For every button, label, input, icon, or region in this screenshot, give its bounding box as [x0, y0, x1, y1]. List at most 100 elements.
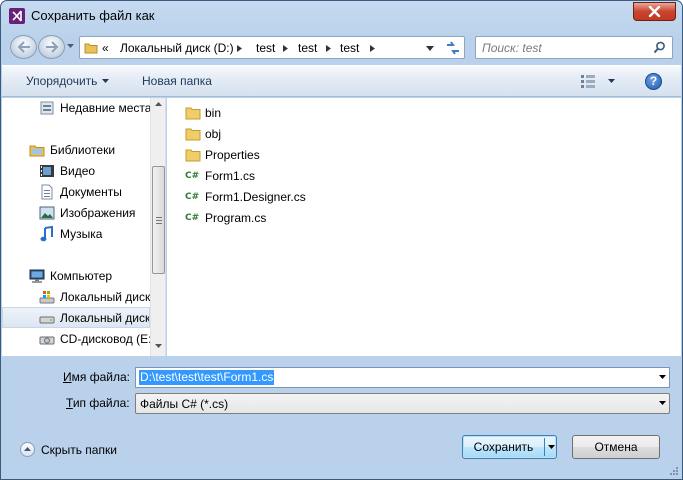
- filetype-value: Файлы C# (*.cs): [140, 397, 229, 411]
- search-box[interactable]: Поиск: test: [475, 36, 673, 59]
- filetype-label: Тип файла:: [66, 396, 130, 410]
- nav-item-music[interactable]: Музыка: [2, 224, 150, 245]
- nav-item-pictures[interactable]: Изображения: [2, 203, 150, 224]
- help-button[interactable]: ?: [645, 73, 662, 90]
- cd-drive-icon: [39, 336, 55, 345]
- filename-label: Имя файла:: [63, 370, 130, 384]
- file-name: Form1.Designer.cs: [205, 190, 306, 204]
- save-file-dialog: Сохранить файл как « Локальный диск (D:)…: [0, 0, 683, 480]
- nav-item-label: Компьютер: [50, 269, 113, 283]
- change-view-icon[interactable]: [580, 74, 596, 89]
- video-icon: [40, 165, 54, 177]
- file-name: Properties: [205, 148, 260, 162]
- save-options-dropdown-icon[interactable]: [548, 445, 555, 449]
- nav-item-recent-places[interactable]: Недавние места: [2, 98, 150, 119]
- navigation-pane[interactable]: Недавние места Библиотеки Видео Документ…: [2, 98, 166, 356]
- chevron-down-icon: [102, 79, 110, 83]
- nav-item-libraries[interactable]: Библиотеки: [2, 140, 150, 161]
- nav-item-label: Локальный диск: [60, 311, 150, 325]
- back-button[interactable]: [10, 35, 37, 59]
- close-icon: [648, 6, 661, 17]
- nav-item-video[interactable]: Видео: [2, 161, 150, 182]
- nav-item-label: Документы: [60, 185, 122, 199]
- breadcrumb-test-2[interactable]: test: [298, 41, 317, 55]
- nav-item-computer[interactable]: Компьютер: [2, 266, 150, 287]
- nav-pane-scrollbar[interactable]: [150, 98, 165, 356]
- organize-label: Упорядочить: [26, 74, 98, 88]
- refresh-icon[interactable]: [443, 39, 463, 57]
- csharp-file-icon: C#: [185, 192, 200, 202]
- grip-icon: [156, 217, 162, 224]
- breadcrumb-test-1[interactable]: test: [256, 41, 275, 55]
- music-icon: [40, 226, 53, 242]
- filename-input[interactable]: D:\test\test\test\Form1.cs: [135, 367, 670, 388]
- folder-icon: [185, 107, 201, 120]
- resize-grip-icon[interactable]: [669, 466, 679, 476]
- nav-item-cd-drive[interactable]: CD-дисковод (E:: [2, 329, 150, 350]
- breadcrumb-separator-icon[interactable]: [326, 45, 331, 52]
- command-bar: Упорядочить Новая папка ?: [2, 65, 681, 97]
- search-icon[interactable]: [653, 41, 666, 54]
- documents-icon: [41, 184, 53, 200]
- breadcrumb-separator-icon[interactable]: [237, 45, 242, 52]
- drive-icon: [39, 316, 55, 324]
- split-separator: [544, 438, 545, 456]
- new-folder-button[interactable]: Новая папка: [142, 74, 212, 88]
- close-button[interactable]: [633, 2, 676, 21]
- save-button[interactable]: Сохранить: [462, 435, 557, 459]
- nav-item-label: Локальный диск: [60, 290, 150, 304]
- address-bar[interactable]: « Локальный диск (D:) test test test: [79, 36, 465, 59]
- title-bar[interactable]: Сохранить файл как: [1, 1, 682, 31]
- recent-pages-dropdown-icon[interactable]: [67, 44, 74, 48]
- filetype-select[interactable]: Файлы C# (*.cs): [135, 393, 670, 414]
- libraries-icon: [29, 145, 45, 157]
- csharp-file-icon: C#: [185, 171, 200, 181]
- folder-icon: [185, 128, 201, 141]
- arrow-left-icon: [17, 41, 30, 53]
- breadcrumb-separator-icon[interactable]: [283, 45, 288, 52]
- file-name: Form1.cs: [205, 169, 256, 183]
- scroll-down-arrow-icon[interactable]: [155, 344, 162, 348]
- hide-folders-label: Скрыть папки: [41, 443, 117, 457]
- nav-item-documents[interactable]: Документы: [2, 182, 150, 203]
- forward-button[interactable]: [38, 35, 65, 59]
- system-drive-icon: [39, 291, 55, 304]
- breadcrumb-overflow[interactable]: «: [102, 41, 109, 55]
- nav-item-local-disk-d[interactable]: Локальный диск: [2, 307, 150, 328]
- computer-icon: [29, 269, 45, 283]
- nav-item-label: CD-дисковод (E:: [60, 332, 150, 346]
- view-options-dropdown-icon[interactable]: [608, 79, 615, 83]
- scroll-up-arrow-icon[interactable]: [155, 102, 162, 106]
- file-name: obj: [205, 127, 222, 141]
- file-name: Program.cs: [205, 211, 267, 225]
- breadcrumb-test-3[interactable]: test: [340, 41, 359, 55]
- breadcrumb-drive[interactable]: Локальный диск (D:): [120, 41, 234, 55]
- nav-item-label: Видео: [60, 164, 96, 178]
- nav-item-local-disk-c[interactable]: Локальный диск: [2, 287, 150, 308]
- organize-menu-button[interactable]: Упорядочить: [26, 74, 110, 88]
- file-name: bin: [205, 106, 222, 120]
- breadcrumb-separator-icon[interactable]: [370, 45, 375, 52]
- folder-icon: [185, 149, 201, 162]
- nav-item-label: Недавние места: [60, 101, 150, 115]
- chevron-down-icon[interactable]: [659, 375, 666, 379]
- pictures-icon: [39, 206, 55, 220]
- scrollbar-thumb[interactable]: [152, 166, 165, 274]
- collapse-circle-icon: [20, 442, 35, 457]
- cancel-button[interactable]: Отмена: [572, 435, 660, 459]
- visual-studio-icon: [9, 8, 25, 24]
- csharp-file-icon: C#: [185, 213, 200, 223]
- file-list[interactable]: bin obj Properties C# Form1.cs C# Form1.…: [167, 98, 681, 356]
- recent-places-icon: [40, 101, 54, 115]
- nav-item-label: Музыка: [60, 227, 103, 241]
- save-label: Сохранить: [473, 440, 534, 454]
- window-title: Сохранить файл как: [31, 8, 155, 23]
- folder-icon: [84, 43, 98, 54]
- address-dropdown-icon[interactable]: [426, 46, 434, 51]
- nav-item-label: Библиотеки: [50, 143, 116, 157]
- filename-value[interactable]: D:\test\test\test\Form1.cs: [139, 370, 275, 385]
- nav-item-label: Изображения: [60, 206, 136, 220]
- chevron-down-icon[interactable]: [659, 401, 666, 405]
- search-input[interactable]: Поиск: test: [482, 41, 542, 55]
- arrow-right-icon: [46, 41, 59, 53]
